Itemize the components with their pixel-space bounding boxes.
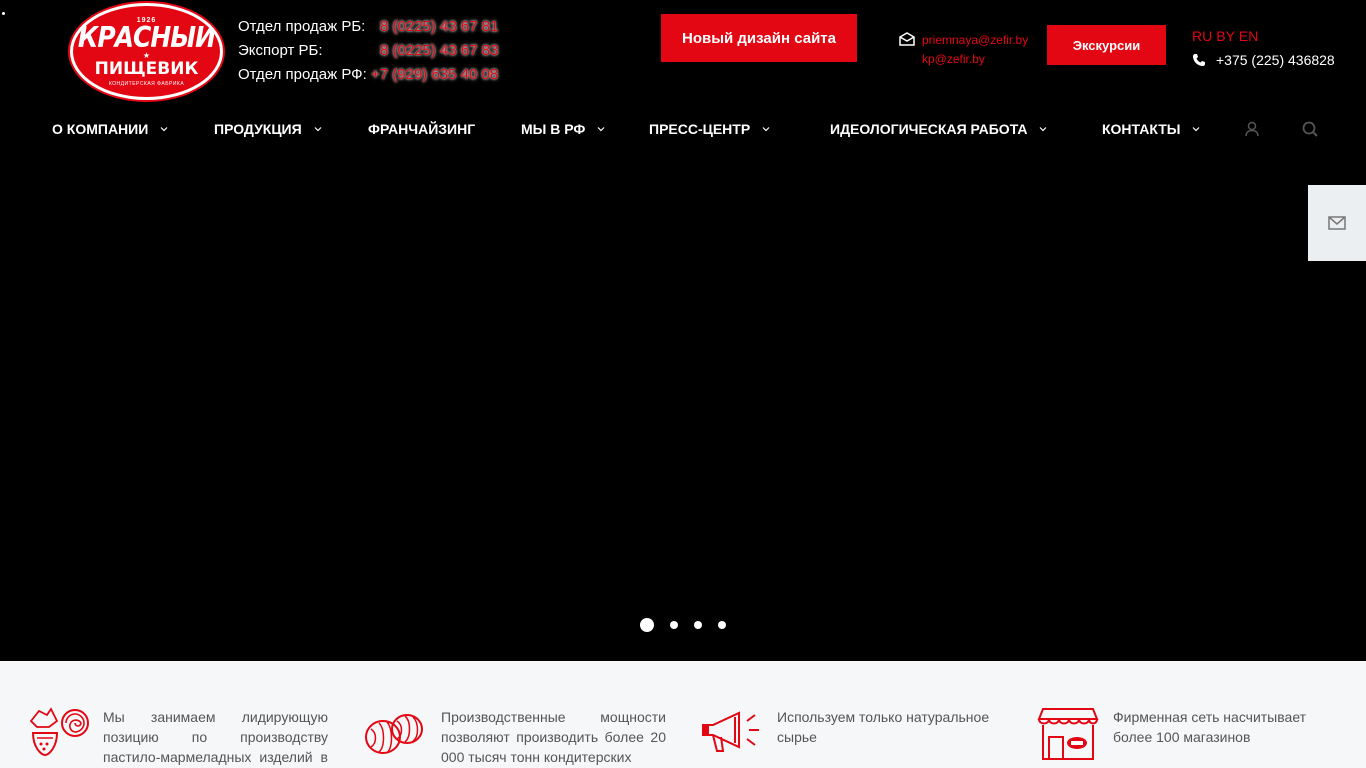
feature-text: Мы занимаем лидирующую позицию по произв… [103, 709, 328, 765]
chevron-down-icon [314, 127, 322, 132]
feedback-side-tab[interactable] [1308, 185, 1366, 261]
nav-about[interactable]: О КОМПАНИИ [52, 116, 168, 142]
excursions-button[interactable]: Экскурсии [1047, 25, 1166, 65]
logo-word-2: ПИЩЕВИК [94, 58, 199, 79]
nav-products-label: ПРОДУКЦИЯ [214, 121, 302, 137]
slider-dot-4[interactable] [718, 621, 726, 629]
main-phone[interactable]: +375 (225) 436828 [1192, 52, 1335, 68]
export-rb-phone[interactable]: 8 (0225) 43 67 83 [380, 39, 498, 63]
zefir-icon [365, 714, 423, 754]
nav-rf-label: МЫ В РФ [521, 121, 586, 137]
chevron-down-icon [597, 127, 605, 132]
email-link-kp[interactable]: kp@zefir.by [922, 50, 1028, 69]
sales-rb-phone[interactable]: 8 (0225) 43 67 81 [380, 15, 498, 39]
nav-franchise-label: ФРАНЧАЙЗИНГ [368, 121, 476, 137]
nav-about-label: О КОМПАНИИ [52, 121, 149, 137]
feature-capacity: Производственные мощности позволяют прои… [363, 707, 666, 767]
chevron-down-icon [762, 127, 770, 132]
language-switcher: RU BY EN [1192, 28, 1258, 44]
mail-open-icon [899, 32, 915, 46]
phone-icon [1193, 54, 1205, 66]
hero-slider: 1926 КРАСНЫЙ ★ ПИЩЕВИК КОНДИТЕРСКАЯ ФАБР… [0, 0, 1366, 661]
emails: priemnaya@zefir.by kp@zefir.by [922, 31, 1028, 69]
slider-dot-3[interactable] [694, 621, 702, 629]
slider-dot-2[interactable] [670, 621, 678, 629]
chevron-down-icon [160, 127, 168, 132]
slider-dot-1[interactable] [640, 618, 654, 632]
nav-ideology[interactable]: ИДЕОЛОГИЧЕСКАЯ РАБОТА [830, 116, 1047, 142]
chevron-down-icon [1193, 127, 1200, 132]
lang-by[interactable]: BY [1216, 28, 1235, 44]
chevron-down-icon [1040, 127, 1047, 132]
slider-pagination [640, 618, 726, 632]
logo[interactable]: 1926 КРАСНЫЙ ★ ПИЩЕВИК КОНДИТЕРСКАЯ ФАБР… [70, 3, 223, 100]
feature-text: Фирменная сеть насчитывает более 100 маг… [1113, 709, 1307, 745]
lang-en[interactable]: EN [1239, 28, 1258, 44]
feature-leadership: Мы занимаем лидирующую позицию по произв… [27, 707, 328, 768]
new-design-button[interactable]: Новый дизайн сайта [661, 14, 857, 62]
nav-rf[interactable]: МЫ В РФ [521, 116, 605, 142]
logo-word-1: КРАСНЫЙ [77, 20, 216, 54]
sales-rf-phone[interactable]: +7 (929) 635 40 08 [371, 63, 498, 87]
logo-subtitle: КОНДИТЕРСКАЯ ФАБРИКА [108, 80, 185, 87]
nav-contacts-label: КОНТАКТЫ [1102, 121, 1181, 137]
feature-text: Производственные мощности позволяют прои… [441, 709, 666, 765]
feature-text: Используем только натуральное сырье [777, 709, 990, 745]
megaphone-icon [702, 711, 759, 752]
nav-products[interactable]: ПРОДУКЦИЯ [214, 116, 322, 142]
mail-icon [1328, 216, 1346, 230]
features-strip: Мы занимаем лидирующую позицию по произв… [0, 661, 1366, 768]
store-icon [1037, 708, 1099, 760]
nav-contacts[interactable]: КОНТАКТЫ [1102, 116, 1200, 142]
email-link-priemnaya[interactable]: priemnaya@zefir.by [922, 31, 1028, 50]
user-icon[interactable] [1243, 120, 1261, 138]
feature-natural: Используем только натуральное сырье [699, 707, 1002, 759]
sales-rf-label: Отдел продаж РФ: [238, 66, 367, 83]
export-rb-label: Экспорт РБ: [238, 42, 323, 59]
nav-ideology-label: ИДЕОЛОГИЧЕСКАЯ РАБОТА [830, 121, 1028, 137]
nav-press[interactable]: ПРЕСС-ЦЕНТР [649, 116, 770, 142]
sales-rb-label: Отдел продаж РБ: [238, 18, 366, 35]
contact-phones: Отдел продаж РБ: 8 (0225) 43 67 81 Экспо… [238, 15, 498, 87]
corner-dot [2, 12, 5, 15]
main-phone-number: +375 (225) 436828 [1216, 52, 1335, 68]
sweets-icon [29, 707, 89, 757]
nav-franchise[interactable]: ФРАНЧАЙЗИНГ [368, 116, 475, 142]
search-icon[interactable] [1301, 120, 1319, 138]
feature-stores: Фирменная сеть насчитывает более 100 маг… [1035, 707, 1313, 763]
nav-press-label: ПРЕСС-ЦЕНТР [649, 121, 751, 137]
lang-ru[interactable]: RU [1192, 28, 1212, 44]
main-nav: О КОМПАНИИ ПРОДУКЦИЯ ФРАНЧАЙЗИНГ МЫ В РФ… [0, 116, 1366, 142]
